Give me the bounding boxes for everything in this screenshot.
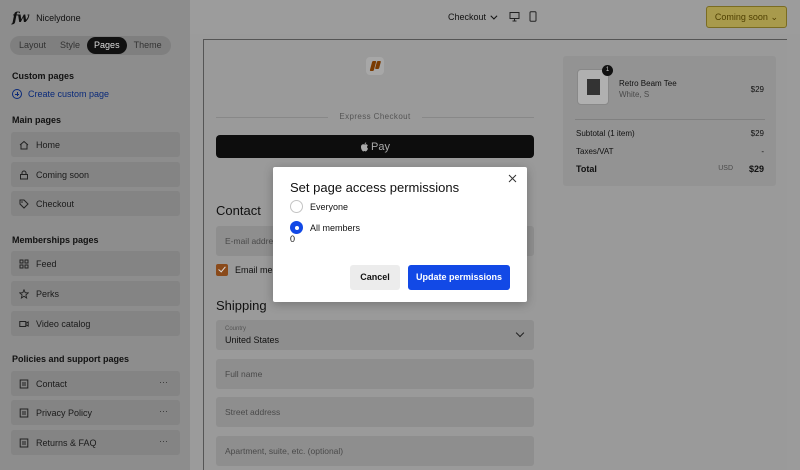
main-pages-title: Main pages: [12, 115, 62, 125]
custom-pages-title: Custom pages: [12, 71, 75, 81]
sidebar-item-label: Checkout: [36, 198, 75, 209]
brand: fw Nicelydone: [12, 10, 81, 26]
apple-pay-label: Pay: [371, 140, 390, 153]
sidebar-tabs: Layout Style Pages Theme: [10, 36, 171, 55]
sidebar-item-label: Returns & FAQ: [36, 437, 97, 448]
sidebar-item-checkout[interactable]: Checkout: [11, 191, 180, 216]
radio-unchecked-icon: [290, 200, 303, 213]
document-icon: [19, 379, 29, 388]
sidebar-item-label: Contact: [36, 378, 68, 389]
taxes-value: -: [761, 147, 764, 156]
contact-heading: Contact: [216, 203, 261, 218]
sidebar-item-contact[interactable]: Contact ···: [11, 371, 180, 396]
policies-pages-title: Policies and support pages: [12, 354, 130, 364]
sidebar-item-label: Perks: [36, 288, 60, 299]
modal-title: Set page access permissions: [290, 180, 460, 195]
taxes-label: Taxes/VAT: [576, 147, 614, 156]
tag-icon: [19, 199, 29, 209]
country-label: Country: [225, 326, 247, 332]
more-options-icon[interactable]: ···: [159, 436, 168, 446]
total-currency: USD: [718, 165, 733, 172]
radio-all-members-label: All members: [310, 222, 361, 233]
email-me-checkbox[interactable]: Email me: [216, 264, 273, 276]
page-permissions-modal: Set page access permissions Everyone All…: [273, 167, 527, 302]
page-select-value: Checkout: [448, 12, 487, 22]
coming-soon-status-button[interactable]: Coming soon ⌄: [705, 6, 787, 28]
more-options-icon[interactable]: ···: [159, 406, 168, 416]
sidebar-item-perks[interactable]: Perks: [11, 281, 180, 306]
update-permissions-button[interactable]: Update permissions: [408, 265, 510, 290]
product-name: Retro Beam Tee: [619, 79, 677, 88]
radio-all-members[interactable]: All members: [290, 221, 360, 234]
email-me-label: Email me: [235, 265, 273, 275]
sidebar-item-home[interactable]: Home: [11, 132, 180, 157]
country-value: United States: [225, 335, 280, 345]
store-logo: [366, 57, 384, 75]
sidebar: fw Nicelydone Layout Style Pages Theme C…: [0, 0, 190, 470]
country-select[interactable]: Country United States: [216, 320, 534, 350]
more-options-icon[interactable]: ···: [159, 377, 168, 387]
close-icon[interactable]: [508, 174, 517, 183]
express-checkout-label: Express Checkout: [216, 112, 534, 121]
quantity-badge: 1: [602, 65, 613, 76]
apple-icon: [361, 141, 369, 151]
radio-everyone-label: Everyone: [310, 201, 349, 212]
subtotal-value: $29: [750, 129, 764, 138]
product-thumbnail: 1: [577, 65, 613, 105]
memberships-pages-title: Memberships pages: [12, 235, 99, 245]
chevron-down-icon: [490, 12, 498, 20]
stray-value: 0: [290, 234, 296, 244]
total-label: Total: [576, 164, 597, 174]
product-price: $29: [750, 85, 764, 94]
topbar: Checkout Coming soon ⌄: [190, 0, 800, 34]
sidebar-item-label: Coming soon: [36, 169, 90, 180]
checkbox-checked-icon: [216, 264, 228, 276]
star-icon: [19, 288, 29, 299]
sidebar-item-label: Video catalog: [36, 318, 91, 329]
tab-pages[interactable]: Pages: [87, 37, 127, 54]
sidebar-item-video-catalog[interactable]: Video catalog: [11, 311, 180, 336]
apple-pay-button[interactable]: Pay: [216, 135, 534, 158]
shipping-heading: Shipping: [216, 298, 267, 313]
sidebar-item-feed[interactable]: Feed: [11, 251, 180, 276]
page-select-dropdown[interactable]: Checkout: [448, 12, 498, 22]
tab-style[interactable]: Style: [53, 37, 87, 54]
radio-checked-icon: [290, 221, 303, 234]
sidebar-item-label: Home: [36, 139, 61, 150]
document-icon: [19, 438, 29, 447]
site-name[interactable]: Nicelydone: [36, 13, 81, 23]
sidebar-item-privacy-policy[interactable]: Privacy Policy ···: [11, 400, 180, 425]
chevron-down-icon: [515, 328, 525, 338]
order-summary: 1 Retro Beam Tee White, S $29 Subtotal (…: [563, 56, 776, 186]
sidebar-item-coming-soon[interactable]: Coming soon: [11, 162, 180, 187]
sidebar-item-returns-faq[interactable]: Returns & FAQ ···: [11, 430, 180, 455]
product-variant: White, S: [619, 90, 650, 99]
plus-circle-icon: [12, 89, 22, 99]
total-value: $29: [748, 164, 764, 174]
grid-icon: [19, 259, 29, 268]
full-name-field[interactable]: Full name: [216, 359, 534, 389]
tab-layout[interactable]: Layout: [12, 37, 53, 54]
apartment-field[interactable]: Apartment, suite, etc. (optional): [216, 436, 534, 466]
chevron-down-icon: ⌄: [770, 12, 778, 22]
tab-theme[interactable]: Theme: [127, 37, 169, 54]
cancel-button[interactable]: Cancel: [350, 265, 400, 290]
sidebar-item-label: Privacy Policy: [36, 407, 93, 418]
create-custom-page-link[interactable]: Create custom page: [12, 89, 109, 99]
create-custom-page-label: Create custom page: [28, 89, 110, 99]
framer-logo[interactable]: fw: [12, 10, 29, 26]
subtotal-label: Subtotal (1 item): [576, 129, 635, 138]
desktop-icon[interactable]: [509, 11, 520, 22]
radio-everyone[interactable]: Everyone: [290, 200, 348, 213]
video-icon: [19, 320, 29, 327]
sidebar-item-label: Feed: [36, 258, 57, 269]
product-image: [587, 79, 600, 95]
coming-soon-label: Coming soon: [714, 12, 768, 22]
divider: [575, 119, 765, 120]
document-icon: [19, 408, 29, 417]
lock-icon: [20, 170, 28, 179]
home-icon: [19, 140, 29, 149]
mobile-icon[interactable]: [529, 11, 537, 22]
street-address-field[interactable]: Street address: [216, 397, 534, 427]
